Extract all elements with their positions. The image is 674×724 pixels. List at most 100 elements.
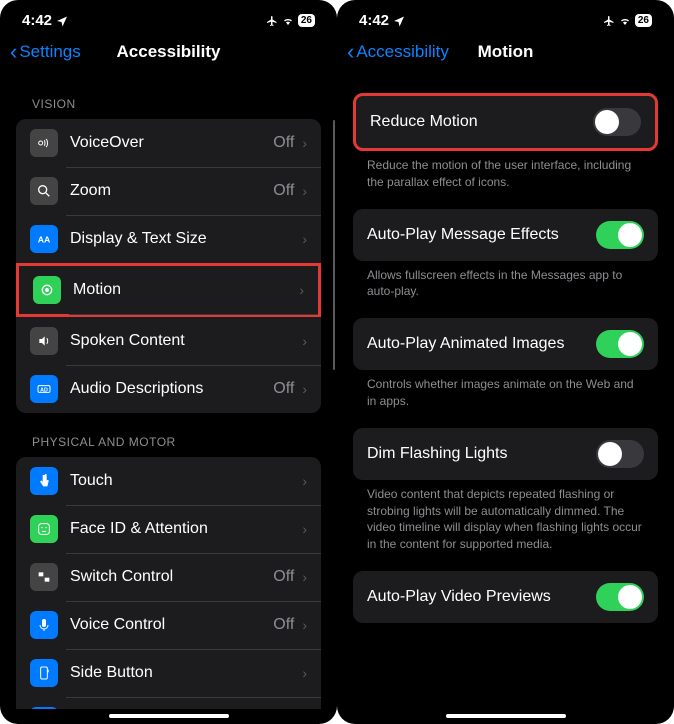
list-value: Off xyxy=(273,134,294,152)
chevron-right-icon: › xyxy=(302,183,307,199)
phone-right: 4:42 26 ‹ Accessibility Motion Reduce Mo… xyxy=(337,0,674,724)
footer-text: Controls whether images animate on the W… xyxy=(353,370,658,410)
list-label: VoiceOver xyxy=(70,134,273,152)
list-item-nearby-devices[interactable]: Control Nearby Devices› xyxy=(16,697,321,709)
status-bar: 4:42 26 xyxy=(0,0,337,33)
list-label: Voice Control xyxy=(70,616,273,634)
home-indicator[interactable] xyxy=(109,714,229,718)
toggle-item-auto-play-message: Auto-Play Message Effects xyxy=(353,209,658,261)
chevron-right-icon: › xyxy=(302,473,307,489)
back-button[interactable]: ‹ Settings xyxy=(10,41,81,63)
side-button-icon xyxy=(30,659,58,687)
zoom-icon xyxy=(30,177,58,205)
chevron-right-icon: › xyxy=(302,333,307,349)
toggle-item-auto-play-animated: Auto-Play Animated Images xyxy=(353,318,658,370)
spoken-content-icon xyxy=(30,327,58,355)
list-label: Motion xyxy=(73,281,299,299)
list-item-voiceover[interactable]: VoiceOverOff › xyxy=(16,119,321,167)
chevron-right-icon: › xyxy=(302,617,307,633)
list-item-motion[interactable]: Motion› xyxy=(16,263,321,317)
list-label: Spoken Content xyxy=(70,332,302,350)
list-item-zoom[interactable]: ZoomOff › xyxy=(16,167,321,215)
list-value: Off xyxy=(273,182,294,200)
settings-list: Touch›Face ID & Attention›Switch Control… xyxy=(16,457,321,709)
list-value: Off xyxy=(273,616,294,634)
nav-bar: ‹ Accessibility Motion xyxy=(337,33,674,75)
list-item-face-id[interactable]: Face ID & Attention› xyxy=(16,505,321,553)
content-right: Reduce Motion Reduce the motion of the us… xyxy=(337,75,674,709)
list-item-voice-control[interactable]: Voice ControlOff › xyxy=(16,601,321,649)
toggle-label: Reduce Motion xyxy=(370,113,593,131)
list-label: Side Button xyxy=(70,664,302,682)
back-button[interactable]: ‹ Accessibility xyxy=(347,41,449,63)
toggle-label: Dim Flashing Lights xyxy=(367,445,596,463)
status-time: 4:42 xyxy=(22,12,52,29)
toggle-label: Auto-Play Video Previews xyxy=(367,588,596,606)
list-item-display-text[interactable]: AA Display & Text Size› xyxy=(16,215,321,263)
svg-text:AD: AD xyxy=(40,388,48,394)
audio-descriptions-icon: AD xyxy=(30,375,58,403)
list-item-audio-descriptions[interactable]: AD Audio DescriptionsOff › xyxy=(16,365,321,413)
phone-left: 4:42 26 ‹ Settings Accessibility VISIONV… xyxy=(0,0,337,724)
touch-icon xyxy=(30,467,58,495)
content-left: VISIONVoiceOverOff›ZoomOff›AADisplay & T… xyxy=(0,75,337,709)
list-item-touch[interactable]: Touch› xyxy=(16,457,321,505)
footer-text: Reduce the motion of the user interface,… xyxy=(353,151,658,191)
list-item-side-button[interactable]: Side Button› xyxy=(16,649,321,697)
page-title: Accessibility xyxy=(117,42,221,62)
chevron-left-icon: ‹ xyxy=(10,41,17,63)
chevron-right-icon: › xyxy=(302,231,307,247)
list-label: Audio Descriptions xyxy=(70,380,273,398)
nav-bar: ‹ Settings Accessibility xyxy=(0,33,337,75)
scroll-indicator[interactable] xyxy=(333,120,335,370)
footer-text: Allows fullscreen effects in the Message… xyxy=(353,261,658,301)
footer-text: Video content that depicts repeated flas… xyxy=(353,480,658,553)
battery-badge: 26 xyxy=(635,14,652,27)
face-id-icon xyxy=(30,515,58,543)
list-label: Zoom xyxy=(70,182,273,200)
toggle-switch[interactable] xyxy=(596,221,644,249)
list-label: Face ID & Attention xyxy=(70,520,302,538)
page-title: Motion xyxy=(478,42,534,62)
chevron-right-icon: › xyxy=(302,135,307,151)
location-icon xyxy=(56,15,68,27)
chevron-right-icon: › xyxy=(302,381,307,397)
section-header: VISION xyxy=(16,75,321,119)
airplane-icon xyxy=(603,15,615,27)
chevron-right-icon: › xyxy=(299,282,304,298)
svg-text:AA: AA xyxy=(38,234,51,244)
list-item-spoken-content[interactable]: Spoken Content› xyxy=(16,317,321,365)
list-label: Touch xyxy=(70,472,302,490)
location-icon xyxy=(393,15,405,27)
switch-control-icon xyxy=(30,563,58,591)
toggle-item-auto-play-video: Auto-Play Video Previews xyxy=(353,571,658,623)
list-label: Display & Text Size xyxy=(70,230,302,248)
toggle-label: Auto-Play Animated Images xyxy=(367,335,596,353)
airplane-icon xyxy=(266,15,278,27)
toggle-label: Auto-Play Message Effects xyxy=(367,226,596,244)
chevron-right-icon: › xyxy=(302,665,307,681)
status-time: 4:42 xyxy=(359,12,389,29)
settings-list: VoiceOverOff›ZoomOff›AADisplay & Text Si… xyxy=(16,119,321,413)
chevron-right-icon: › xyxy=(302,521,307,537)
toggle-switch[interactable] xyxy=(596,440,644,468)
status-bar: 4:42 26 xyxy=(337,0,674,33)
list-item-switch-control[interactable]: Switch ControlOff› xyxy=(16,553,321,601)
toggle-switch[interactable] xyxy=(596,583,644,611)
toggle-item-dim-flashing: Dim Flashing Lights xyxy=(353,428,658,480)
battery-badge: 26 xyxy=(298,14,315,27)
list-value: Off xyxy=(273,380,294,398)
chevron-left-icon: ‹ xyxy=(347,41,354,63)
home-indicator[interactable] xyxy=(446,714,566,718)
voice-control-icon xyxy=(30,611,58,639)
back-label: Settings xyxy=(19,42,80,62)
wifi-icon xyxy=(619,15,631,27)
toggle-switch[interactable] xyxy=(593,108,641,136)
list-label: Switch Control xyxy=(70,568,273,586)
toggle-switch[interactable] xyxy=(596,330,644,358)
display-text-icon: AA xyxy=(30,225,58,253)
voiceover-icon xyxy=(30,129,58,157)
wifi-icon xyxy=(282,15,294,27)
motion-icon xyxy=(33,276,61,304)
toggle-item-reduce-motion: Reduce Motion xyxy=(353,93,658,151)
